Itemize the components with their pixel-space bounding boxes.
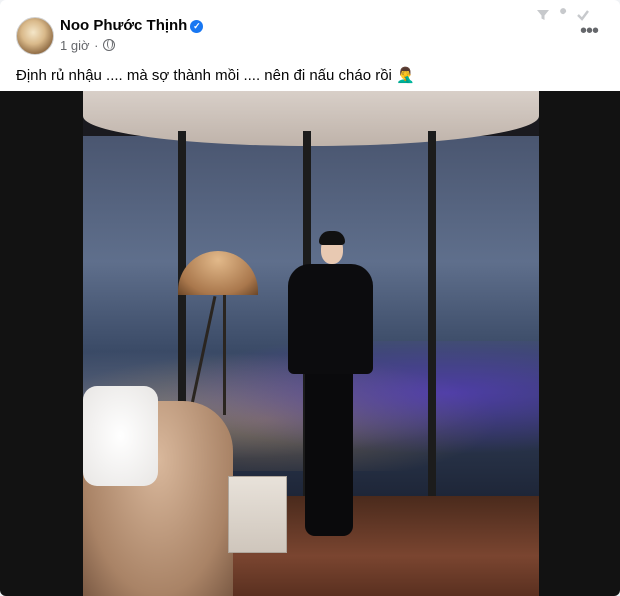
post-photo[interactable] [83, 91, 539, 596]
facebook-post: Noo Phước Thịnh ✓ 1 giờ · ••• Định rủ nhậ… [0, 0, 620, 596]
globe-icon[interactable] [103, 39, 116, 51]
photo-person-hair [319, 231, 345, 245]
photo-person-legs [305, 366, 353, 536]
post-time[interactable]: 1 giờ [60, 38, 90, 53]
filter-icon[interactable] [536, 8, 550, 22]
author-avatar[interactable] [16, 17, 54, 55]
post-meta: 1 giờ · [60, 38, 116, 53]
photo-window-frame [428, 131, 436, 511]
author-name-link[interactable]: Noo Phước Thịnh ✓ [60, 17, 204, 34]
more-options-button[interactable]: ••• [578, 21, 600, 41]
photo-person-body [288, 264, 373, 374]
wrench-icon[interactable] [556, 8, 570, 22]
meta-separator: · [94, 38, 99, 53]
author-name[interactable]: Noo Phước Thịnh [60, 17, 187, 34]
post-photo-frame[interactable] [0, 91, 620, 596]
photo-lamp-leg [223, 295, 226, 415]
post-header: Noo Phước Thịnh ✓ 1 giờ · ••• [0, 0, 620, 62]
verified-badge-icon: ✓ [190, 20, 204, 33]
post-caption: Định rủ nhậu .... mà sợ thành mồi .... n… [16, 67, 415, 84]
photo-speaker [228, 476, 287, 553]
photo-pillow [83, 386, 158, 486]
